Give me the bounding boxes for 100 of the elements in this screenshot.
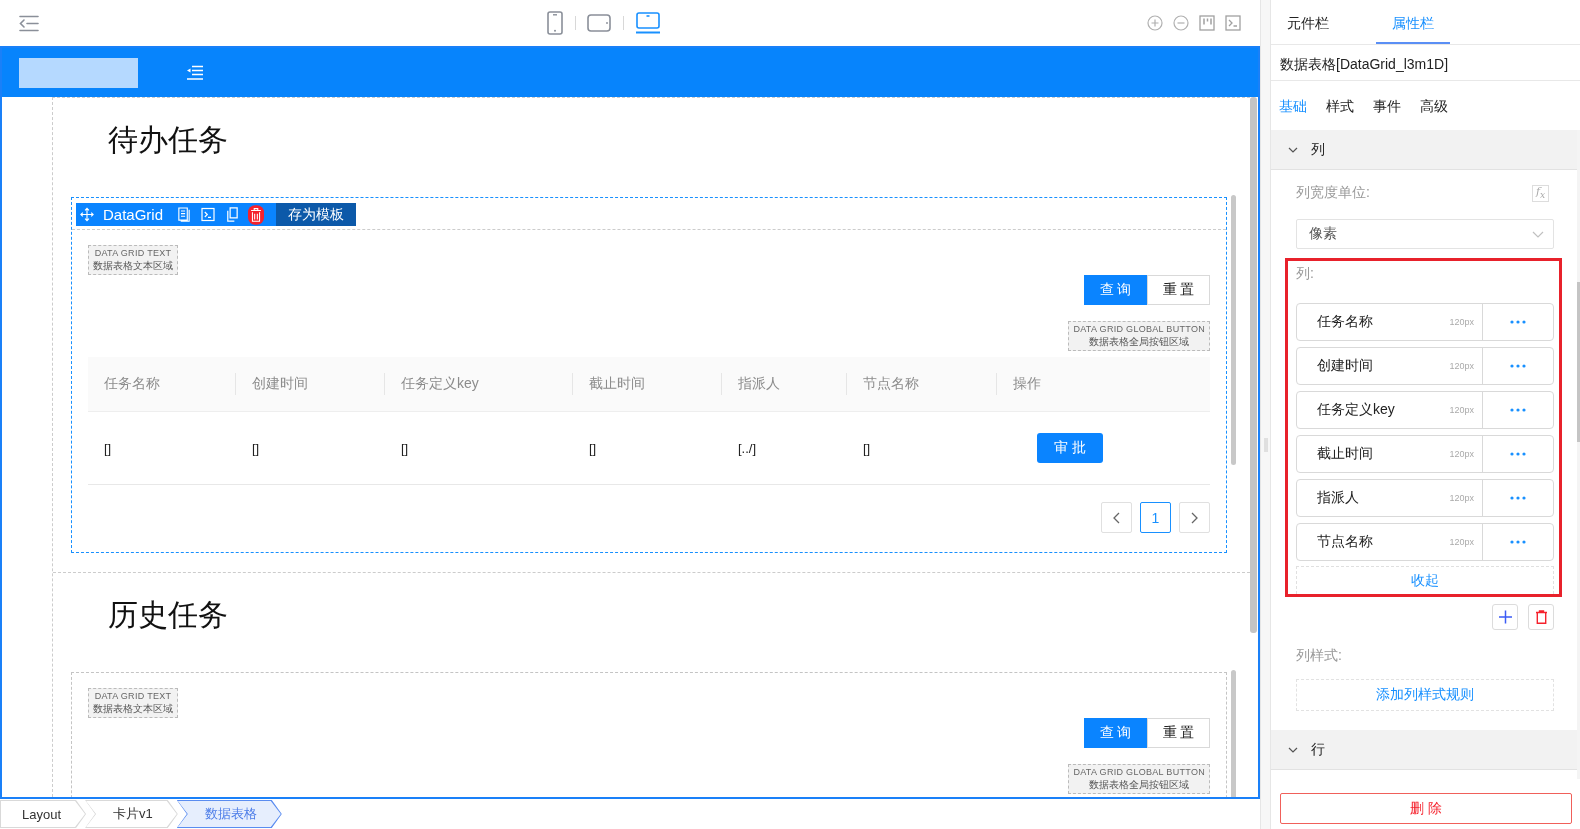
component-label: DataGrid <box>103 206 164 223</box>
column-width: 120px <box>1449 405 1474 415</box>
collapse-header[interactable]: 行 <box>1271 730 1577 770</box>
slot-subtitle: 数据表格全局按钮区域 <box>1089 778 1190 791</box>
property-tab[interactable]: 样式 <box>1326 97 1354 116</box>
chevron-left-icon <box>1113 511 1120 524</box>
add-button[interactable] <box>1492 604 1518 630</box>
column-item[interactable]: 截止时间 120px <box>1296 435 1554 473</box>
chevron-down-icon <box>1288 146 1298 153</box>
field-label: 列宽度单位: <box>1296 184 1370 202</box>
more-icon <box>1510 364 1526 368</box>
delete-button[interactable]: 删 除 <box>1280 793 1572 824</box>
terminal-icon[interactable] <box>1225 15 1241 31</box>
chevron-down-icon <box>1532 230 1544 238</box>
field-label: 列: <box>1296 265 1314 283</box>
column-width: 120px <box>1449 361 1474 371</box>
column-header: 截止时间 <box>589 375 645 393</box>
property-tab[interactable]: 高级 <box>1420 97 1448 116</box>
column-header: 指派人 <box>738 375 780 393</box>
column-item[interactable]: 节点名称 120px <box>1296 523 1554 561</box>
column-item[interactable]: 创建时间 120px <box>1296 347 1554 385</box>
chevron-down-icon <box>1288 746 1298 753</box>
collapse-header[interactable]: 列 <box>1271 130 1577 170</box>
zoom-in-icon[interactable] <box>1147 15 1163 31</box>
tablet-icon[interactable] <box>587 14 611 32</box>
table-cell: [] <box>589 440 597 456</box>
property-tab[interactable]: 事件 <box>1373 97 1401 116</box>
column-header: 节点名称 <box>863 375 919 393</box>
column-width: 120px <box>1449 537 1474 547</box>
data-grid[interactable]: DataGrid 存为模板 DATA GRID TEXT 数据表格文本区域 查 询 重 置 DATA GRID GLOBAL BUTTON 数据表格全局按钮区域 任务名称 创建时间 任务定义key 截止时间 指派人 节点名称 操作 [] [] [] [] [../] [] 审 批 1 <box>71 197 1227 553</box>
column-name: 节点名称 <box>1316 533 1374 551</box>
more-icon <box>1510 452 1526 456</box>
scrollbar-thumb[interactable] <box>1577 282 1580 442</box>
query-button[interactable]: 查 询 <box>1084 275 1147 305</box>
slot-title: DATA GRID TEXT <box>94 247 172 259</box>
trash-icon[interactable] <box>248 204 265 225</box>
column-name: 任务定义key <box>1316 401 1396 419</box>
column-header: 操作 <box>1013 375 1041 393</box>
phone-icon[interactable] <box>547 11 563 35</box>
column-header: 创建时间 <box>252 375 308 393</box>
table-cell: [] <box>863 440 871 456</box>
column-item[interactable]: 任务定义key 120px <box>1296 391 1554 429</box>
column-header: 任务定义key <box>401 375 479 393</box>
table-cell: [] <box>104 440 112 456</box>
component-title: 数据表格[DataGrid_l3m1D] <box>1280 55 1449 74</box>
plus-icon <box>1498 610 1512 624</box>
column-width: 120px <box>1449 317 1474 327</box>
menu-icon[interactable] <box>19 14 39 32</box>
reset-button[interactable]: 重 置 <box>1147 275 1210 305</box>
query-button[interactable]: 查 询 <box>1084 718 1147 748</box>
column-width: 120px <box>1449 449 1474 459</box>
chevron-right-icon <box>1191 511 1198 524</box>
column-name: 指派人 <box>1316 489 1360 507</box>
section-title: 历史任务 <box>108 597 229 633</box>
breadcrumb-item[interactable]: Layout <box>0 800 87 828</box>
breadcrumb-item[interactable]: 卡片v1 <box>85 800 178 828</box>
field-label: 列样式: <box>1296 647 1342 665</box>
column-item[interactable]: 任务名称 120px <box>1296 303 1554 341</box>
breadcrumb-item[interactable]: 数据表格 <box>176 800 282 828</box>
document-icon[interactable] <box>177 207 192 222</box>
zoom-out-icon[interactable] <box>1173 15 1189 31</box>
copy-icon[interactable] <box>225 207 240 222</box>
delete-column-button[interactable] <box>1528 604 1554 630</box>
scrollbar-thumb[interactable] <box>1250 97 1257 633</box>
more-icon <box>1510 408 1526 412</box>
scrollbar-thumb[interactable] <box>1231 670 1236 797</box>
section-title: 待办任务 <box>108 122 229 158</box>
column-name: 截止时间 <box>1316 445 1374 463</box>
more-icon <box>1510 496 1526 500</box>
table-cell: [../] <box>738 440 757 456</box>
slot-subtitle: 数据表格文本区域 <box>93 702 173 715</box>
unit-select[interactable]: 像素 <box>1296 219 1554 249</box>
splitter-bar[interactable] <box>1260 0 1271 829</box>
reset-button[interactable]: 重 置 <box>1147 718 1210 748</box>
laptop-icon[interactable] <box>635 12 661 34</box>
save-template-button[interactable]: 存为模板 <box>276 203 357 226</box>
scrollbar-thumb[interactable] <box>1231 195 1236 465</box>
next-page-button[interactable] <box>1179 502 1210 533</box>
column-header: 任务名称 <box>104 375 160 393</box>
column-name: 任务名称 <box>1316 313 1374 331</box>
table-cell: [] <box>252 440 260 456</box>
panel-tab[interactable]: 元件栏 <box>1271 0 1345 44</box>
column-name: 创建时间 <box>1316 357 1374 375</box>
drag-handle-icon[interactable] <box>1263 438 1268 452</box>
indent-icon[interactable] <box>186 64 204 81</box>
more-icon <box>1510 320 1526 324</box>
more-icon <box>1510 540 1526 544</box>
column-item[interactable]: 指派人 120px <box>1296 479 1554 517</box>
slot-title: DATA GRID GLOBAL BUTTON <box>1073 323 1205 335</box>
board-icon[interactable] <box>1199 15 1215 31</box>
move-icon[interactable] <box>80 207 94 222</box>
approve-button[interactable]: 审 批 <box>1037 433 1103 463</box>
slot-subtitle: 数据表格全局按钮区域 <box>1089 335 1190 348</box>
trash-icon <box>1534 610 1548 624</box>
column-width: 120px <box>1449 493 1474 503</box>
slot-title: DATA GRID TEXT <box>94 690 172 702</box>
slot-subtitle: 数据表格文本区域 <box>93 259 173 272</box>
prev-page-button[interactable] <box>1101 502 1132 533</box>
table-cell: [] <box>401 440 409 456</box>
slot-title: DATA GRID GLOBAL BUTTON <box>1073 766 1205 778</box>
